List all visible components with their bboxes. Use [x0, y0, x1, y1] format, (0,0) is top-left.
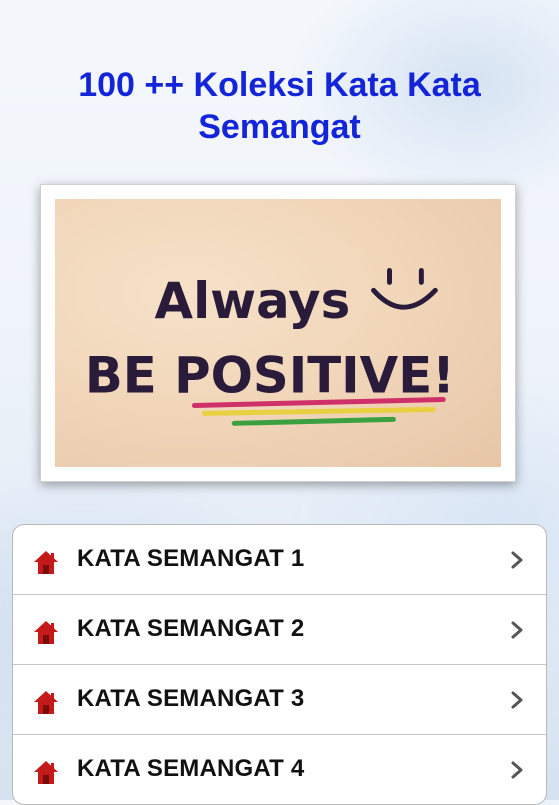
home-icon: [34, 761, 58, 784]
page-title: 100 ++ Koleksi Kata Kata Semangat: [0, 64, 559, 148]
menu-item-label: KATA SEMANGAT 2: [77, 615, 305, 642]
menu-item-kata-semangat-2[interactable]: KATA SEMANGAT 2: [13, 595, 546, 665]
chevron-right-icon: [511, 621, 523, 639]
menu-item-label: KATA SEMANGAT 1: [77, 545, 305, 572]
chevron-right-icon: [511, 761, 523, 779]
title-line-2: Semangat: [198, 108, 361, 146]
banner-illustration: Always BE POSITIVE!: [85, 267, 455, 426]
banner-image: Always BE POSITIVE!: [55, 199, 501, 467]
chevron-right-icon: [511, 691, 523, 709]
menu-item-label: KATA SEMANGAT 4: [77, 755, 305, 782]
title-line-1: 100 ++ Koleksi Kata Kata: [78, 66, 481, 104]
banner-image-frame: Always BE POSITIVE!: [40, 184, 516, 482]
home-icon: [34, 691, 58, 714]
smiley-icon: [371, 267, 438, 310]
chevron-right-icon: [511, 551, 523, 569]
home-icon: [34, 551, 58, 574]
menu-list: KATA SEMANGAT 1 KATA SEMANGAT 2 KATA SEM…: [12, 524, 547, 805]
banner-text-line-2: BE POSITIVE!: [85, 347, 455, 405]
banner-text-line-1: Always: [155, 272, 351, 330]
menu-item-kata-semangat-4[interactable]: KATA SEMANGAT 4: [13, 735, 546, 804]
menu-item-kata-semangat-1[interactable]: KATA SEMANGAT 1: [13, 525, 546, 595]
menu-item-kata-semangat-3[interactable]: KATA SEMANGAT 3: [13, 665, 546, 735]
menu-item-label: KATA SEMANGAT 3: [77, 685, 305, 712]
home-icon: [34, 621, 58, 644]
